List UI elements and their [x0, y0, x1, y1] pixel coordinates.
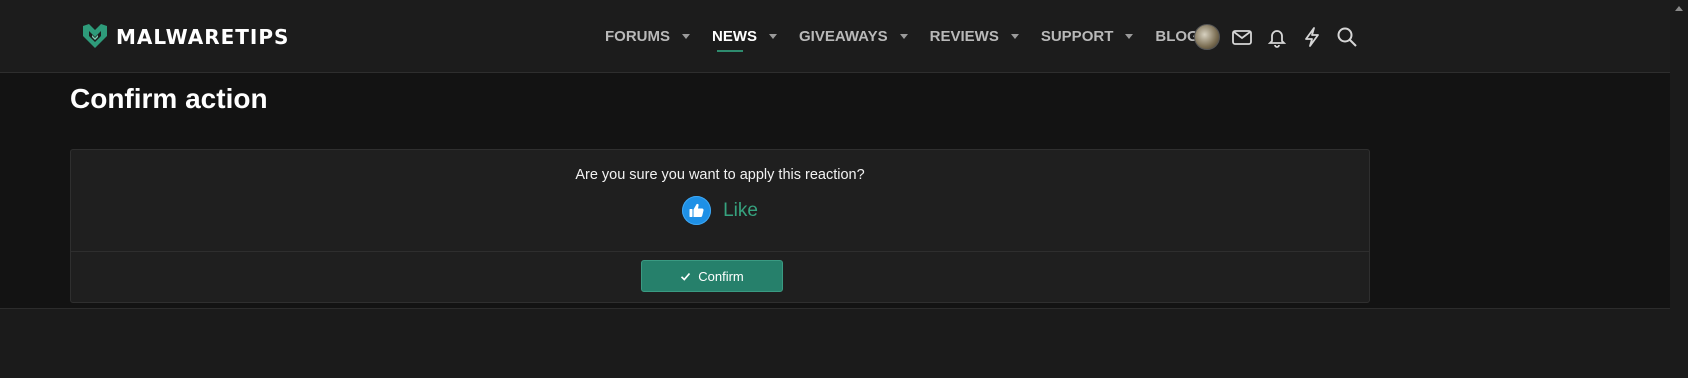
- nav-reviews-label: REVIEWS: [929, 27, 999, 45]
- avatar: [1194, 24, 1220, 50]
- checkmark-icon: [681, 272, 691, 281]
- chevron-down-icon[interactable]: [1125, 33, 1134, 39]
- confirm-button[interactable]: Confirm: [641, 260, 783, 292]
- nav-forums-label: FORUMS: [605, 27, 670, 45]
- nav-giveaways-label: GIVEAWAYS: [799, 27, 888, 45]
- whats-new-button[interactable]: [1295, 20, 1329, 54]
- nav-support-label: SUPPORT: [1040, 27, 1114, 45]
- confirm-dialog: Are you sure you want to apply this reac…: [70, 149, 1370, 303]
- reaction-label: Like: [723, 199, 758, 221]
- nav-news[interactable]: NEWS: [712, 0, 777, 72]
- site-logo[interactable]: MALWARETIPS: [80, 22, 289, 52]
- confirm-button-label: Confirm: [698, 268, 744, 284]
- chevron-down-icon[interactable]: [1010, 33, 1019, 39]
- scrollbar[interactable]: [1670, 0, 1688, 378]
- thumbs-up-icon: [682, 196, 712, 225]
- chevron-down-icon[interactable]: [769, 33, 777, 39]
- logo-text: MALWARETIPS: [116, 25, 290, 49]
- account-button[interactable]: [1190, 20, 1224, 54]
- nav-news-label: NEWS: [712, 27, 757, 45]
- nav-forums[interactable]: FORUMS: [605, 0, 690, 72]
- lightning-icon: [1305, 27, 1319, 47]
- bell-icon: [1267, 30, 1287, 48]
- nav-support[interactable]: SUPPORT: [1041, 0, 1134, 72]
- search-button[interactable]: [1330, 20, 1364, 54]
- nav-giveaways[interactable]: GIVEAWAYS: [799, 0, 908, 72]
- inbox-button[interactable]: [1225, 20, 1259, 54]
- main-content: Confirm action Are you sure you want to …: [0, 73, 1670, 309]
- logo-icon: [83, 24, 107, 48]
- form-divider: [71, 251, 1369, 252]
- chevron-down-icon[interactable]: [682, 33, 690, 39]
- alerts-button[interactable]: [1260, 20, 1294, 54]
- scroll-up-icon[interactable]: [1675, 6, 1683, 11]
- search-icon: [1337, 27, 1357, 47]
- reaction-preview: Like: [71, 196, 1369, 225]
- page-title: Confirm action: [70, 83, 268, 114]
- chevron-down-icon[interactable]: [899, 33, 908, 39]
- envelope-icon: [1232, 30, 1252, 45]
- confirm-question: Are you sure you want to apply this reac…: [575, 167, 865, 183]
- user-toolbar: [1190, 20, 1365, 54]
- main-nav: FORUMS NEWS GIVEAWAYS REVIEWS SUPPORT BL…: [605, 0, 1231, 72]
- nav-reviews[interactable]: REVIEWS: [930, 0, 1019, 72]
- top-navigation-bar: MALWARETIPS FORUMS NEWS GIVEAWAYS REVIEW…: [0, 0, 1670, 73]
